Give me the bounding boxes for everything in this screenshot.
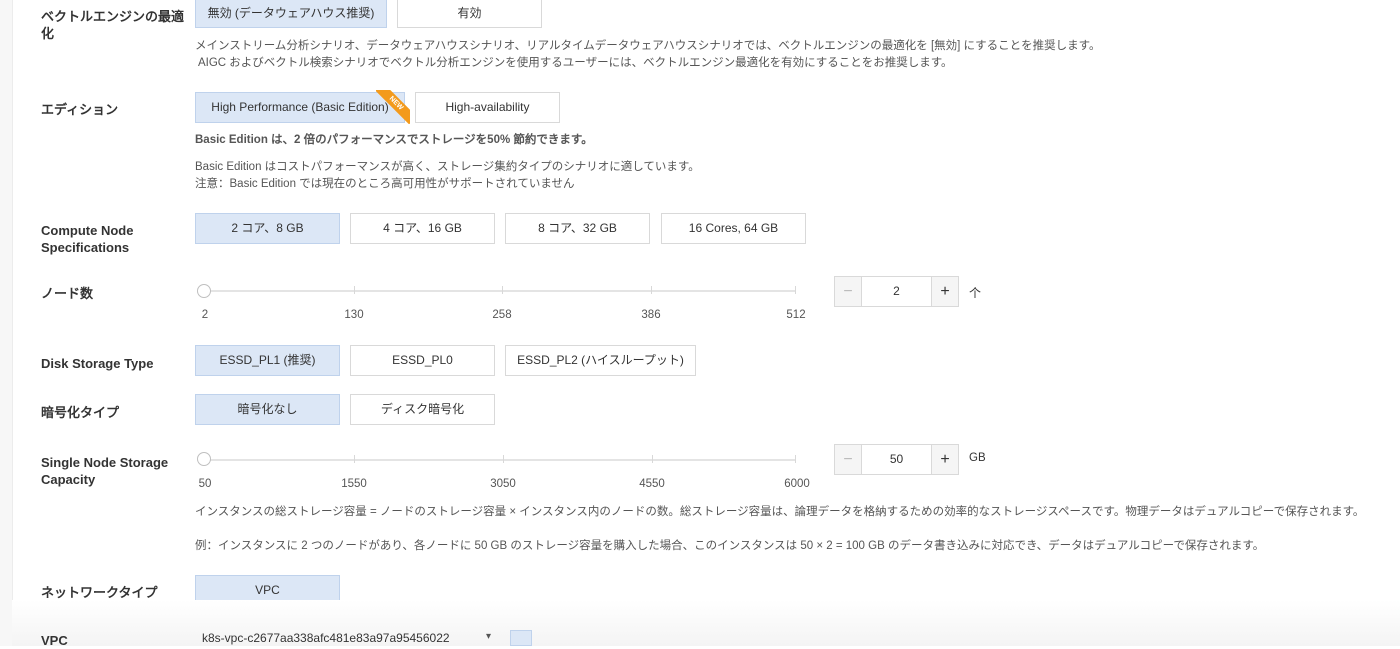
node-tick	[795, 286, 796, 294]
storage-stepper: − 50 +	[834, 444, 959, 475]
network-type-label: ネットワークタイプ	[41, 585, 158, 600]
disk-option-pl1[interactable]: ESSD_PL1 (推奨)	[195, 345, 340, 376]
storage-unit: GB	[969, 452, 986, 464]
disk-option-pl0[interactable]: ESSD_PL0	[350, 345, 495, 376]
storage-tick-label: 4550	[639, 478, 665, 490]
edition-bold-hint: Basic Edition は、2 倍のパフォーマンスでストレージを50% 節約…	[195, 134, 593, 146]
vector-engine-option-enabled[interactable]: 有効	[397, 0, 542, 28]
node-tick	[651, 286, 652, 294]
storage-tick-label: 1550	[341, 478, 367, 490]
vector-engine-hint-1: メインストリーム分析シナリオ、データウェアハウスシナリオ、リアルタイムデータウェ…	[195, 40, 1101, 52]
edition-hint-2: 注意：Basic Edition では現在のところ高可用性がサポートされていませ…	[195, 178, 575, 190]
storage-track[interactable]	[204, 459, 795, 461]
vpc-select-value[interactable]: k8s-vpc-c2677aa338afc481e83a97a95456022	[202, 631, 450, 645]
disk-type-label: Disk Storage Type	[41, 356, 154, 371]
storage-tick	[354, 455, 355, 463]
encryption-label: 暗号化タイプ	[41, 405, 120, 420]
compute-option-4c16g[interactable]: 4 コア、16 GB	[350, 213, 495, 244]
node-count-track[interactable]	[204, 290, 795, 292]
node-tick	[354, 286, 355, 294]
left-gutter	[0, 0, 13, 646]
storage-decrement-button[interactable]: −	[835, 445, 861, 474]
storage-hint-2: 例：インスタンスに 2 つのノードがあり、各ノードに 50 GB のストレージ容…	[195, 540, 1265, 552]
storage-capacity-label: Single Node Storage Capacity	[41, 455, 169, 487]
node-count-slider-handle[interactable]	[197, 284, 211, 298]
new-badge: NEW	[376, 90, 410, 124]
refresh-icon[interactable]	[510, 630, 532, 646]
node-tick-label: 386	[641, 309, 661, 321]
node-count-input[interactable]: 2	[861, 277, 932, 306]
node-tick-label: 130	[344, 309, 364, 321]
node-tick	[502, 286, 503, 294]
storage-tick-label: 50	[198, 478, 212, 490]
node-decrement-button[interactable]: −	[835, 277, 861, 306]
edition-label: エディション	[41, 102, 119, 117]
node-count-stepper: − 2 +	[834, 276, 959, 307]
storage-tick	[503, 455, 504, 463]
node-tick-label: 512	[786, 309, 806, 321]
disk-option-pl2[interactable]: ESSD_PL2 (ハイスループット)	[505, 345, 696, 376]
encryption-option-none[interactable]: 暗号化なし	[195, 394, 340, 425]
storage-tick-label: 3050	[490, 478, 516, 490]
vector-engine-label: ベクトルエンジンの最適化	[41, 9, 185, 41]
encryption-option-disk[interactable]: ディスク暗号化	[350, 394, 495, 425]
storage-tick	[795, 455, 796, 463]
edition-option-basic-label: High Performance (Basic Edition)	[211, 100, 389, 114]
storage-slider-handle[interactable]	[197, 452, 211, 466]
node-count-label: ノード数	[41, 286, 94, 301]
compute-option-16c64g[interactable]: 16 Cores, 64 GB	[661, 213, 806, 244]
compute-option-2c8g[interactable]: 2 コア、8 GB	[195, 213, 340, 244]
vector-engine-option-disabled[interactable]: 無効 (データウェアハウス推奨)	[195, 0, 387, 28]
compute-spec-label: Compute Node Specifications	[41, 223, 134, 255]
storage-hint-1: インスタンスの総ストレージ容量 = ノードのストレージ容量 × インスタンス内の…	[195, 506, 1365, 518]
chevron-down-icon[interactable]: ▾	[486, 631, 491, 642]
edition-option-ha[interactable]: High-availability	[415, 92, 560, 123]
edition-option-basic[interactable]: High Performance (Basic Edition) NEW	[195, 90, 410, 124]
node-increment-button[interactable]: +	[932, 277, 958, 306]
storage-tick	[652, 455, 653, 463]
node-tick-label: 258	[492, 309, 512, 321]
storage-input[interactable]: 50	[861, 445, 932, 474]
compute-option-8c32g[interactable]: 8 コア、32 GB	[505, 213, 650, 244]
edition-hint-1: Basic Edition はコストパフォーマンスが高く、ストレージ集約タイプの…	[195, 161, 700, 173]
vector-engine-hint-2: AIGC およびベクトル検索シナリオでベクトル分析エンジンを使用するユーザーには…	[198, 57, 953, 69]
node-unit: 个	[969, 286, 982, 300]
new-badge-label: NEW	[376, 90, 410, 124]
storage-tick-label: 6000	[784, 478, 810, 490]
storage-increment-button[interactable]: +	[932, 445, 958, 474]
node-tick-label: 2	[201, 309, 209, 321]
vpc-label: VPC	[41, 633, 68, 648]
